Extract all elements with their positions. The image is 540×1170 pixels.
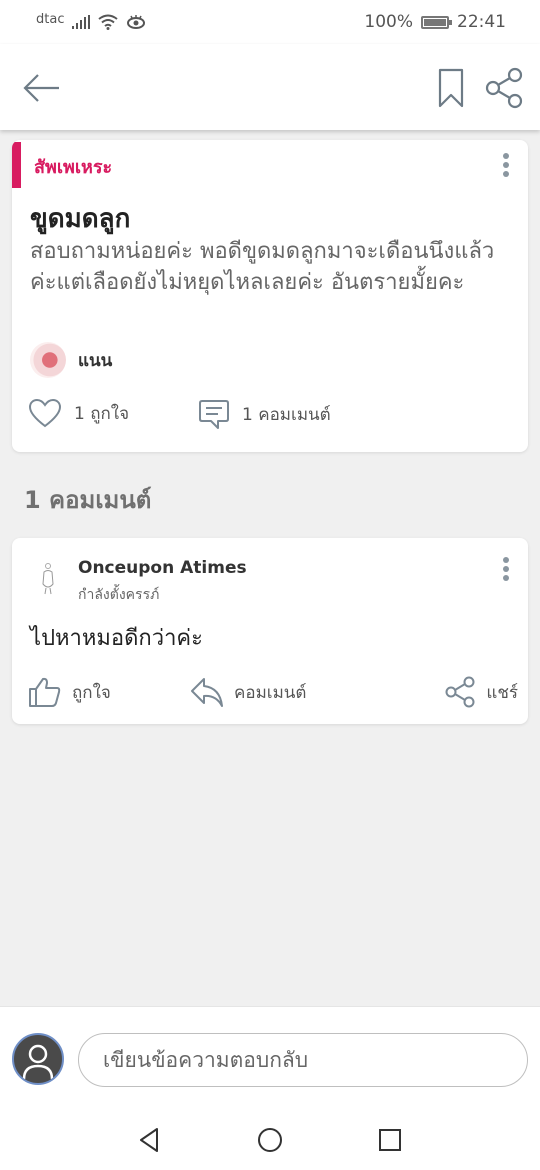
- comment-like-button[interactable]: ถูกใจ: [28, 676, 111, 708]
- post-stats: 1 ถูกใจ 1 คอมเมนต์: [28, 396, 518, 436]
- like-button[interactable]: 1 ถูกใจ: [28, 398, 129, 428]
- author-name[interactable]: แนน: [78, 347, 112, 374]
- comment-share-label: แชร์: [486, 682, 518, 703]
- status-left: dtac: [36, 11, 146, 30]
- nav-home-icon[interactable]: [256, 1126, 284, 1154]
- app-bar: [0, 44, 540, 130]
- battery-icon: [421, 15, 452, 29]
- commenter-status: กำลังตั้งครรภ์: [78, 587, 160, 603]
- bookmark-icon[interactable]: [434, 66, 468, 110]
- avatar[interactable]: [30, 342, 66, 378]
- heart-icon: [28, 398, 62, 428]
- post-title: ขูดมดลูก: [30, 204, 131, 234]
- comment-reply-label: คอมเมนต์: [234, 682, 307, 703]
- comment-count-button[interactable]: 1 คอมเมนต์: [198, 398, 331, 430]
- status-bar: dtac 100% 22:41: [0, 0, 540, 44]
- comment-count: 1 คอมเมนต์: [242, 404, 331, 425]
- eye-icon: [127, 15, 146, 29]
- post-category[interactable]: สัพเพเหระ: [34, 152, 112, 181]
- post-more-icon[interactable]: [496, 150, 516, 180]
- share-icon[interactable]: [484, 66, 524, 110]
- commenter-name[interactable]: Onceupon Atimes: [78, 558, 247, 578]
- signal-icon: [72, 15, 91, 29]
- post-card: สัพเพเหระ ขูดมดลูก สอบถามหน่อยค่ะ พอดีขู…: [12, 140, 528, 452]
- commenter-avatar[interactable]: [36, 560, 64, 596]
- comment-more-icon[interactable]: [496, 554, 516, 584]
- comments-heading: 1 คอมเมนต์: [24, 486, 152, 514]
- carrier-label: dtac: [36, 11, 65, 27]
- reply-arrow-icon: [191, 678, 223, 707]
- nav-back-icon[interactable]: [136, 1126, 164, 1154]
- share-icon: [445, 676, 475, 708]
- comment-actions: ถูกใจ คอมเมนต์ แชร์: [28, 674, 518, 714]
- category-accent-bar: [12, 142, 21, 188]
- reply-input[interactable]: [78, 1033, 528, 1087]
- post-body: สอบถามหน่อยค่ะ พอดีขูดมดลูกมาจะเดือนนึงแ…: [30, 239, 495, 295]
- status-right: 100% 22:41: [364, 12, 506, 32]
- battery-percent: 100%: [364, 12, 413, 32]
- clock: 22:41: [457, 12, 506, 32]
- user-avatar-icon[interactable]: [12, 1033, 64, 1085]
- comment-reply-button[interactable]: คอมเมนต์: [190, 676, 306, 708]
- back-arrow-icon[interactable]: [22, 68, 62, 108]
- post-author[interactable]: แนน: [30, 342, 112, 378]
- comment-card: Onceupon Atimes กำลังตั้งครรภ์ ไปหาหมอดี…: [12, 538, 528, 724]
- reply-bar: [0, 1006, 540, 1110]
- thumbs-up-icon: [29, 677, 61, 707]
- comment-like-label: ถูกใจ: [72, 682, 111, 703]
- system-nav-bar: [0, 1110, 540, 1170]
- like-count: 1 ถูกใจ: [74, 403, 130, 424]
- comment-bubble-icon: [199, 400, 229, 429]
- comment-text: ไปหาหมอดีกว่าค่ะ: [30, 626, 203, 651]
- comment-share-button[interactable]: แชร์: [444, 676, 518, 708]
- nav-recent-icon[interactable]: [376, 1126, 404, 1154]
- wifi-icon: [98, 14, 119, 30]
